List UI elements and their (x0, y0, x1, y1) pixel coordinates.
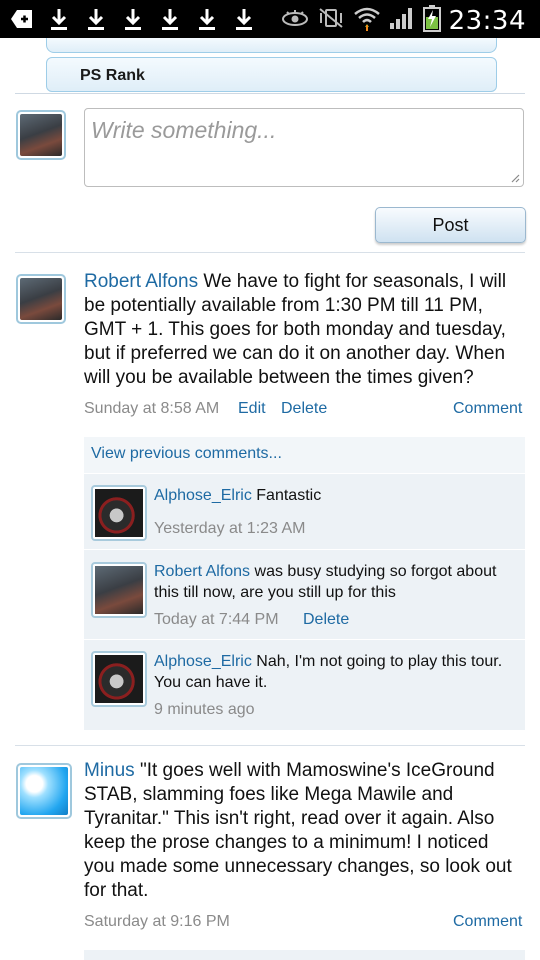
download-icon (47, 6, 71, 32)
post-timestamp: Saturday at 9:16 PM (84, 913, 230, 930)
signal-icon (389, 6, 415, 35)
textarea-placeholder: Write something... (91, 117, 277, 143)
back-tag-icon (10, 6, 34, 32)
download-icon (158, 6, 182, 32)
view-previous-link[interactable]: View previous comments... (91, 445, 282, 463)
download-icon (121, 6, 145, 32)
divider (15, 252, 525, 253)
comment-body: Alphose_Elric Nah, I'm not going to play… (154, 651, 519, 693)
comment-author[interactable]: Alphose_Elric (154, 653, 252, 670)
comments-section-partial (84, 950, 525, 960)
comment-timestamp: 9 minutes ago (154, 701, 255, 718)
eye-icon (281, 8, 309, 33)
post-body: Robert Alfons We have to fight for seaso… (84, 270, 524, 390)
vibrate-mute-icon (317, 6, 345, 35)
avatar[interactable] (16, 274, 66, 324)
comment-avatar[interactable] (91, 562, 147, 618)
comment-item: Alphose_Elric Nah, I'm not going to play… (84, 639, 525, 730)
comment-text: Fantastic (256, 487, 322, 504)
post-body: Minus "It goes well with Mamoswine's Ice… (84, 759, 524, 903)
notification-icons (10, 6, 256, 32)
post-timestamp: Sunday at 8:58 AM (84, 400, 220, 417)
comment-avatar[interactable] (91, 651, 147, 707)
menu-tab-ps-rank[interactable]: PS Rank (46, 57, 497, 92)
status-textarea[interactable]: Write something... (84, 108, 524, 187)
edit-link[interactable]: Edit (238, 400, 266, 418)
view-previous-row[interactable]: View previous comments... (84, 436, 525, 473)
comment-timestamp: Today at 7:44 PM (154, 611, 279, 628)
comment-body: Alphose_Elric Fantastic (154, 485, 519, 506)
comment-link[interactable]: Comment (453, 400, 522, 418)
system-status-icons: 23:34 (281, 4, 526, 37)
comment-delete-link[interactable]: Delete (303, 611, 349, 629)
comment-author[interactable]: Robert Alfons (154, 563, 250, 580)
avatar[interactable] (16, 110, 66, 160)
post-author[interactable]: Minus (84, 760, 135, 781)
wifi-icon (353, 5, 381, 36)
battery-charging-icon (422, 4, 441, 37)
post-author[interactable]: Robert Alfons (84, 271, 198, 292)
menu-tab-label: PS Rank (80, 67, 145, 84)
post-button[interactable]: Post (375, 207, 526, 243)
comment-body: Robert Alfons was busy studying so forgo… (154, 561, 519, 603)
comment-author[interactable]: Alphose_Elric (154, 487, 252, 504)
download-icon (84, 6, 108, 32)
menu-tab-partial[interactable] (46, 38, 497, 53)
comment-timestamp: Yesterday at 1:23 AM (154, 520, 306, 537)
post-text: "It goes well with Mamoswine's IceGround… (84, 760, 512, 901)
comments-section: View previous comments... Alphose_Elric … (84, 436, 525, 730)
comment-link[interactable]: Comment (453, 913, 522, 931)
comment-item: Robert Alfons was busy studying so forgo… (84, 549, 525, 639)
status-bar: 23:34 (0, 0, 540, 38)
divider (15, 93, 525, 94)
avatar[interactable] (16, 763, 72, 819)
download-icon (195, 6, 219, 32)
comment-item: Alphose_Elric Fantastic Yesterday at 1:2… (84, 473, 525, 549)
download-icon (232, 6, 256, 32)
delete-link[interactable]: Delete (281, 400, 327, 418)
clock: 23:34 (448, 5, 526, 36)
resize-handle-icon[interactable] (510, 173, 520, 183)
divider (15, 745, 525, 746)
comment-avatar[interactable] (91, 485, 147, 541)
